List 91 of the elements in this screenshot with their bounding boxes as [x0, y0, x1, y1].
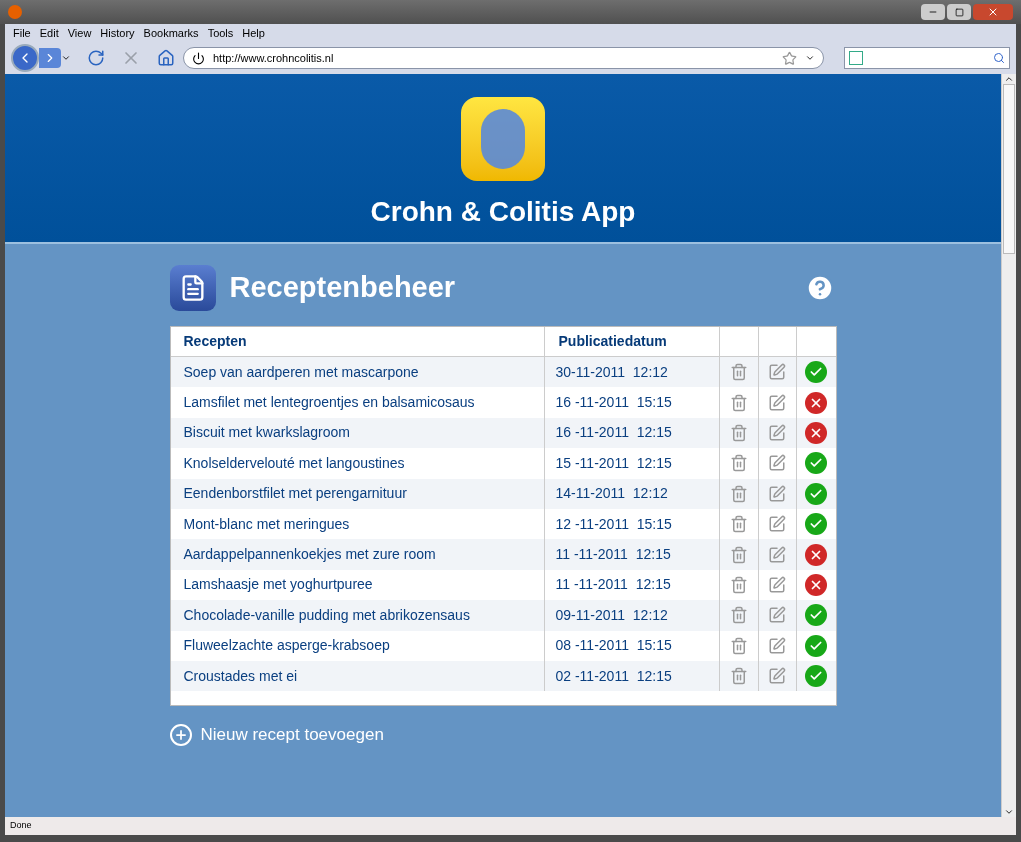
power-icon	[192, 51, 205, 65]
check-icon[interactable]	[805, 634, 827, 657]
maximize-icon	[954, 7, 964, 17]
recipe-name[interactable]: Biscuit met kwarkslagroom	[183, 422, 350, 444]
edit-icon[interactable]	[768, 363, 786, 382]
dropdown-caret-icon[interactable]	[61, 53, 71, 63]
scrollbar[interactable]	[1001, 74, 1016, 817]
scroll-up-icon[interactable]	[1004, 74, 1014, 84]
edit-icon[interactable]	[768, 515, 786, 534]
recipe-name[interactable]: Lamsfilet met lentegroentjes en balsamicosaus	[183, 392, 475, 414]
close-icon	[987, 6, 999, 18]
check-icon[interactable]	[805, 361, 827, 384]
search-field[interactable]	[844, 47, 1010, 69]
menu-item[interactable]: Tools	[207, 24, 234, 42]
menu-item[interactable]: Help	[242, 24, 265, 42]
bookmark-star-icon[interactable]	[782, 50, 797, 66]
close-button[interactable]	[973, 4, 1013, 20]
edit-icon[interactable]	[768, 423, 786, 442]
reload-icon[interactable]	[87, 49, 105, 67]
menu-item[interactable]: File	[13, 24, 31, 42]
delete-icon[interactable]	[729, 363, 748, 382]
recipe-name[interactable]: Soep van aardperen met mascarpone	[183, 361, 419, 383]
recipe-name[interactable]: Chocolade-vanille pudding met abrikozensaus	[183, 604, 470, 626]
delete-icon[interactable]	[729, 454, 748, 473]
delete-icon[interactable]	[729, 575, 748, 594]
column-header: Publicatiedatum	[544, 327, 720, 356]
check-icon[interactable]	[805, 482, 827, 505]
delete-icon[interactable]	[729, 393, 748, 412]
scroll-thumb[interactable]	[1003, 84, 1015, 254]
page-title: Receptenbeheer	[229, 270, 456, 306]
edit-icon[interactable]	[768, 393, 786, 412]
publication-date: 08 -11-2011 15:15	[555, 636, 672, 656]
recipe-name[interactable]: Fluweelzachte asperge-krabsoep	[183, 635, 390, 657]
plus-icon	[169, 724, 192, 747]
delete-icon[interactable]	[729, 606, 748, 625]
edit-icon[interactable]	[768, 454, 786, 473]
publication-date: 14-11-2011 12:12	[555, 484, 668, 504]
recipe-name[interactable]: Mont-blanc met meringues	[183, 513, 350, 535]
recipe-name[interactable]: Eendenborstfilet met perengarnituur	[183, 483, 407, 505]
publication-date: 16 -11-2011 12:15	[555, 423, 672, 443]
edit-icon[interactable]	[768, 545, 786, 564]
publication-date: 09-11-2011 12:12	[555, 605, 668, 625]
cross-icon[interactable]	[805, 543, 827, 566]
search-icon[interactable]	[993, 52, 1005, 64]
recipe-name[interactable]: Aardappelpannenkoekjes met zure room	[183, 544, 436, 566]
edit-icon[interactable]	[768, 667, 786, 686]
scroll-down-icon[interactable]	[1004, 807, 1014, 817]
publication-date: 12 -11-2011 15:15	[555, 514, 672, 534]
browser-logo-icon	[8, 5, 22, 19]
publication-date: 11 -11-2011 12:15	[555, 575, 671, 595]
edit-icon[interactable]	[768, 636, 786, 655]
document-icon	[169, 265, 216, 311]
home-icon[interactable]	[157, 49, 175, 67]
column-header: Recepten	[170, 327, 545, 356]
forward-button[interactable]	[39, 48, 61, 68]
edit-icon[interactable]	[768, 575, 786, 594]
back-button[interactable]	[11, 44, 39, 72]
menu-item[interactable]: Edit	[39, 24, 59, 42]
delete-icon[interactable]	[729, 545, 748, 564]
menu-item[interactable]: Bookmarks	[143, 24, 199, 42]
cross-icon[interactable]	[805, 391, 827, 414]
app-logo-icon	[461, 97, 545, 181]
check-icon[interactable]	[805, 604, 827, 627]
recipe-name[interactable]: Lamshaasje met yoghurtpuree	[183, 574, 373, 596]
status-text: Done	[10, 819, 32, 833]
cross-icon[interactable]	[805, 421, 827, 444]
app-title: Crohn & Colitis App	[370, 195, 636, 229]
edit-icon[interactable]	[768, 484, 786, 503]
publication-date: 02 -11-2011 12:15	[555, 666, 672, 686]
check-icon[interactable]	[805, 665, 827, 688]
check-icon[interactable]	[805, 452, 827, 475]
cross-icon[interactable]	[805, 573, 827, 596]
dropdown-caret-icon[interactable]	[805, 53, 815, 63]
delete-icon[interactable]	[729, 423, 748, 442]
recipe-name[interactable]: Knolseldervelouté met langoustines	[183, 452, 405, 474]
delete-icon[interactable]	[729, 667, 748, 686]
publication-date: 16 -11-2011 15:15	[555, 393, 672, 413]
maximize-button[interactable]	[947, 4, 971, 20]
delete-icon[interactable]	[729, 515, 748, 534]
delete-icon[interactable]	[729, 636, 748, 655]
menu-item[interactable]: View	[67, 24, 92, 42]
publication-date: 11 -11-2011 12:15	[555, 545, 671, 565]
minimize-button[interactable]	[921, 4, 945, 20]
edit-icon[interactable]	[768, 606, 786, 625]
address-field[interactable]: http://www.crohncolitis.nl	[183, 47, 824, 69]
menu-item[interactable]: History	[100, 24, 135, 42]
recipe-name[interactable]: Croustades met ei	[183, 665, 298, 687]
publication-date: 30-11-2011 12:12	[555, 362, 668, 382]
publication-date: 15 -11-2011 12:15	[555, 453, 672, 473]
delete-icon[interactable]	[729, 484, 748, 503]
check-icon[interactable]	[805, 513, 827, 536]
